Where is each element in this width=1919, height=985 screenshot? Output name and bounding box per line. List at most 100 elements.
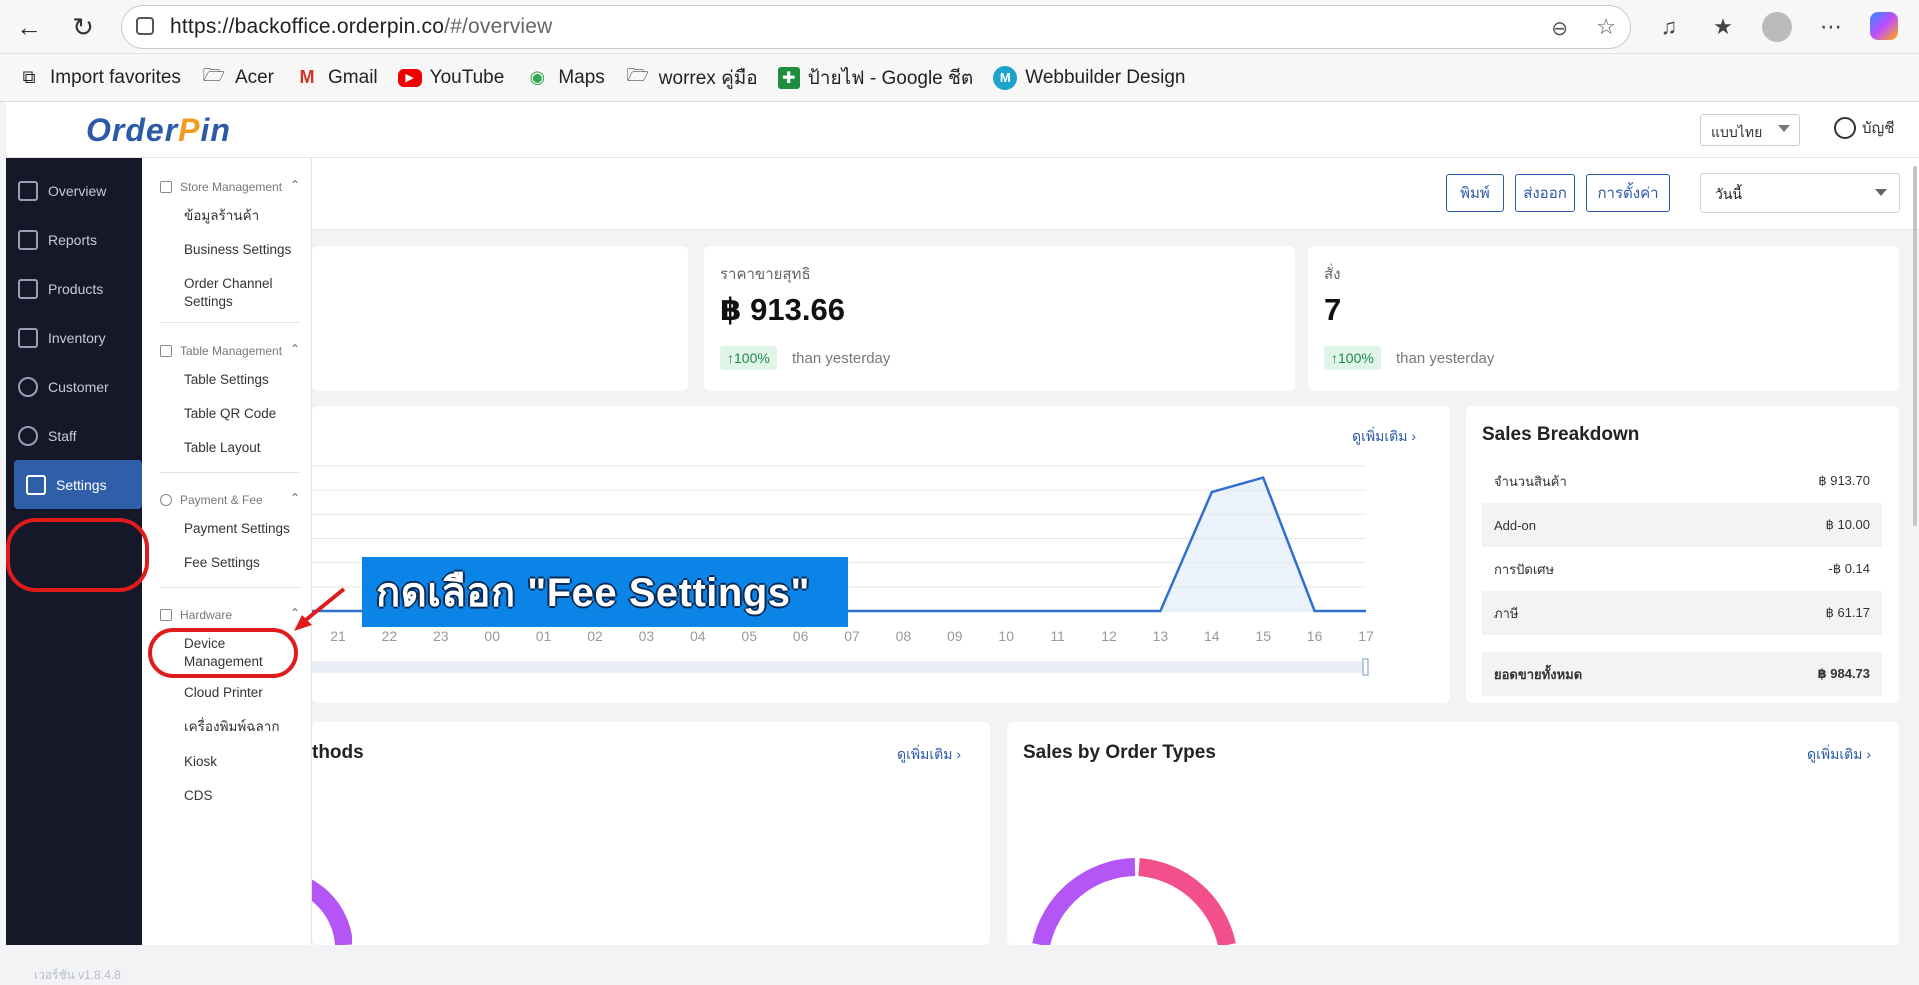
section-table-management[interactable]: Table Management ⌃ [160,342,300,358]
section-hardware[interactable]: Hardware ⌃ [160,606,300,622]
submenu-table-layout[interactable]: Table Layout [184,439,304,457]
rail-item-overview[interactable]: Overview [6,166,142,215]
page-scrollbar[interactable] [1911,158,1919,578]
zoom-out-icon[interactable]: ⊖ [1551,16,1568,41]
rail-item-staff[interactable]: Staff [6,411,142,460]
scrollbar-thumb[interactable] [1913,166,1917,526]
lock-icon[interactable] [136,17,154,35]
submenu-cloud-printer[interactable]: Cloud Printer [184,684,304,702]
sales-area-chart: 21 22 23 00 01 02 03 04 05 06 07 08 09 10 11 12 13 14 15 16… [312,465,1374,676]
language-select[interactable]: แบบไทย [1700,114,1800,146]
section-payment-fee[interactable]: Payment & Fee ⌃ [160,491,300,507]
bookmark-import-favorites[interactable]: ⧉ Import favorites [16,65,181,91]
divider [160,322,300,323]
printer-icon [160,609,172,621]
settings-button[interactable]: การตั้งค่า [1586,174,1670,212]
submenu-table-settings[interactable]: Table Settings [184,371,304,389]
account-menu[interactable]: บัญชี [1834,116,1894,140]
gmail-icon: M [299,67,315,87]
maps-icon: ◉ [529,67,546,87]
x-tick-label: 11 [1050,628,1065,644]
bookmark-maps[interactable]: ◉ Maps [524,65,604,91]
order-types-title: Sales by Order Types [1023,742,1216,763]
report-icon [18,229,38,250]
print-button[interactable]: พิมพ์ [1446,174,1504,212]
x-tick-label: 23 [433,628,449,644]
address-bar[interactable]: https://backoffice.orderpin.co/#/overvie… [121,5,1631,49]
back-arrow-icon[interactable]: ← [12,10,46,44]
sliders-icon [26,474,46,495]
range-slider-handle[interactable] [1362,658,1369,676]
rail-item-reports[interactable]: Reports [6,215,142,264]
import-icon: ⧉ [22,67,36,87]
x-tick-label: 15 [1255,628,1271,644]
rail-item-products[interactable]: Products [6,264,142,313]
bookmark-gmail[interactable]: M Gmail [294,65,378,91]
payment-donut-chart [312,879,352,945]
submenu-cds[interactable]: CDS [184,787,304,805]
submenu-kiosk[interactable]: Kiosk [184,753,304,771]
browser-toolbar: ← ↻ https://backoffice.orderpin.co/#/ove… [0,0,1919,54]
x-tick-label: 05 [741,628,757,644]
order-types-card: Sales by Order Types ดูเพิ่มเติม › [1007,722,1899,945]
submenu-store-info[interactable]: ข้อมูลร้านค้า [184,207,304,225]
kpi-change-badge: ↑100% [720,346,777,370]
pointer-arrow [294,587,346,631]
kpi-value: ฿ 913.66 [720,292,845,327]
submenu-business-settings[interactable]: Business Settings [184,241,304,259]
favorite-star-icon[interactable]: ☆ [1596,14,1616,40]
folder-icon: 🗁 [202,64,226,85]
chevron-down-icon [1778,125,1790,132]
rail-item-settings[interactable]: Settings [14,460,142,509]
sales-chart-card: ดูเพิ่มเติม › 21 22 23 00 01 02 03 04 05 06 07 08 09… [312,406,1450,703]
divider [160,472,300,473]
profile-avatar-icon[interactable] [1762,12,1792,42]
submenu-table-qr-code[interactable]: Table QR Code [184,405,304,423]
section-store-management[interactable]: Store Management ⌃ [160,178,300,194]
breakdown-title: Sales Breakdown [1482,424,1640,445]
main-content: พิมพ์ ส่งออก การตั้งค่า วันนี้ ราคาขายสุ… [312,158,1919,945]
x-tick-label: 07 [844,628,860,644]
date-range-select[interactable]: วันนี้ [1700,173,1900,213]
chart-range-slider[interactable] [312,661,1366,673]
bookmark-worrex[interactable]: 🗁 worrex คู่มือ [625,63,758,93]
overview-toolbar: พิมพ์ ส่งออก การตั้งค่า วันนี้ [312,158,1919,230]
orderpin-logo[interactable]: OrderPin [86,112,231,149]
staff-icon [18,425,38,446]
media-icon[interactable]: ♫ [1654,12,1684,42]
bookmark-sheet[interactable]: ✚ ป้ายไฟ - Google ชีต [777,63,973,93]
copilot-icon[interactable] [1870,12,1898,40]
app-header: OrderPin แบบไทย บัญชี [6,102,1919,158]
bookmark-webbuilder[interactable]: M Webbuilder Design [993,65,1185,90]
breakdown-row: การปัดเศษ -฿ 0.14 [1494,561,1870,577]
submenu-fee-settings[interactable]: Fee Settings [184,554,304,572]
kpi-value: 7 [1324,292,1342,327]
kpi-card-net-sales: ราคาขายสุทธิ ฿ 913.66 ↑100% than yesterd… [704,246,1295,391]
x-tick-label: 08 [896,628,912,644]
payment-methods-more-link[interactable]: ดูเพิ่มเติม › [897,744,961,766]
breakdown-row: ภาษี฿ 61.17 [1482,591,1882,635]
more-menu-icon[interactable]: ⋯ [1816,12,1846,42]
x-tick-label: 09 [947,628,963,644]
youtube-icon: ▶ [397,68,422,87]
x-tick-label: 06 [793,628,809,644]
rail-item-customer[interactable]: Customer [6,362,142,411]
refresh-icon[interactable]: ↻ [66,10,100,44]
favorites-icon[interactable]: ★ [1708,12,1738,42]
rail-item-inventory[interactable]: Inventory [6,313,142,362]
x-tick-label: 02 [587,628,603,644]
order-types-more-link[interactable]: ดูเพิ่มเติม › [1807,744,1871,766]
x-tick-label: 10 [998,628,1014,644]
x-tick-label: 13 [1153,628,1169,644]
bookmark-acer[interactable]: 🗁 Acer [201,65,274,91]
coin-icon [160,494,172,506]
export-button[interactable]: ส่งออก [1515,174,1575,212]
payment-methods-card: thods ดูเพิ่มเติม › [312,722,990,945]
app-root: OrderPin แบบไทย บัญชี Overview Reports P… [6,102,1919,982]
bookmark-youtube[interactable]: ▶ YouTube [397,67,504,89]
submenu-order-channel-settings[interactable]: Order Channel Settings [184,275,304,311]
kpi-card-orders: สั่ง 7 ↑100% than yesterday [1308,246,1899,391]
kpi-label: ราคาขายสุทธิ [720,266,811,283]
submenu-payment-settings[interactable]: Payment Settings [184,520,304,538]
submenu-label-printer[interactable]: เครื่องพิมพ์ฉลาก [184,718,304,736]
